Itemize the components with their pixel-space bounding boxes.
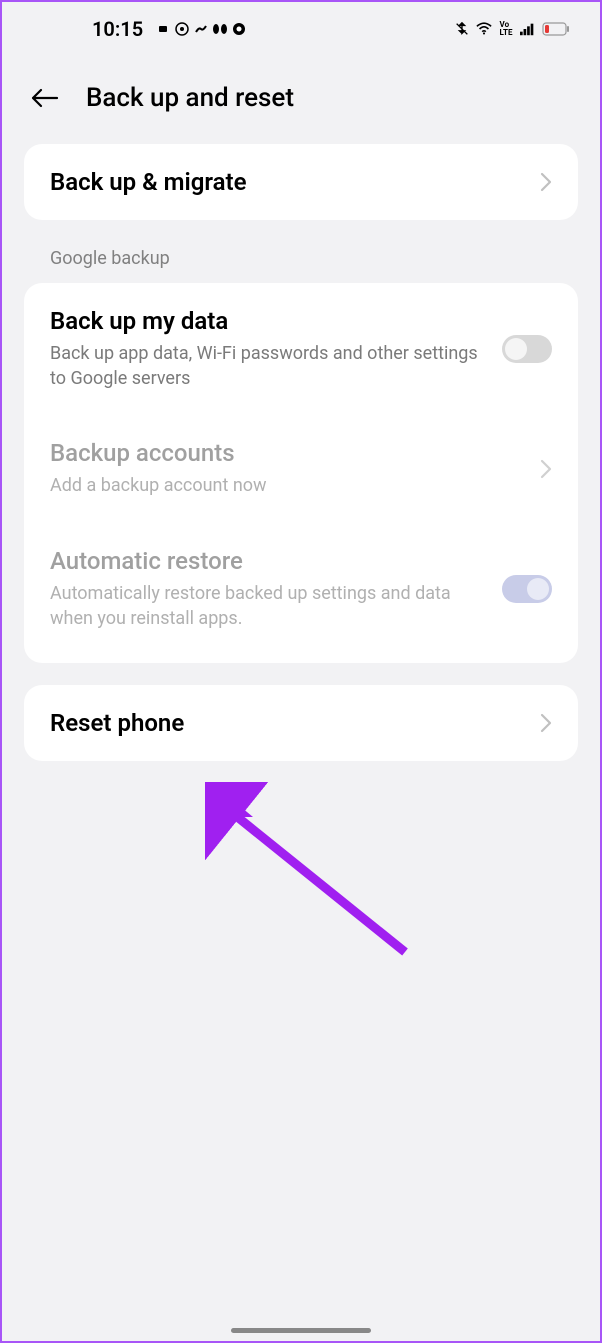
backup-my-data-subtitle: Back up app data, Wi-Fi passwords and ot…: [50, 341, 490, 391]
back-button[interactable]: [28, 82, 60, 114]
app-icon-1: [174, 21, 190, 37]
charging-icon: [155, 21, 171, 37]
status-bar: 10:15 VoLTE: [2, 2, 600, 52]
page-title: Back up and reset: [86, 83, 294, 113]
automatic-restore-content: Automatic restore Automatically restore …: [50, 547, 502, 631]
status-time: 10:15: [92, 17, 143, 41]
reset-phone-title: Reset phone: [50, 709, 528, 737]
google-backup-card: Back up my data Back up app data, Wi-Fi …: [24, 283, 578, 663]
backup-migrate-content: Back up & migrate: [50, 168, 540, 196]
toggle-knob: [527, 578, 549, 600]
backup-my-data-content: Back up my data Back up app data, Wi-Fi …: [50, 307, 502, 391]
backup-my-data-item[interactable]: Back up my data Back up app data, Wi-Fi …: [24, 283, 578, 415]
app-icon-4: [231, 21, 247, 37]
wifi-icon: [476, 21, 492, 37]
app-icon-3: [212, 21, 228, 37]
backup-my-data-toggle[interactable]: [502, 335, 552, 363]
backup-migrate-title: Back up & migrate: [50, 168, 528, 196]
chevron-right-icon: [540, 713, 552, 733]
toggle-knob: [505, 338, 527, 360]
mute-icon: [454, 21, 470, 37]
reset-phone-item[interactable]: Reset phone: [24, 685, 578, 761]
backup-my-data-title: Back up my data: [50, 307, 490, 335]
annotation-arrow: [205, 782, 425, 972]
automatic-restore-toggle: [502, 575, 552, 603]
automatic-restore-title: Automatic restore: [50, 547, 490, 575]
signal-icon: [520, 21, 536, 37]
battery-icon: [542, 21, 570, 37]
backup-migrate-card: Back up & migrate: [24, 144, 578, 220]
status-notification-icons: [155, 21, 247, 37]
spacer: [2, 663, 600, 685]
volte-icon: VoLTE: [498, 21, 514, 37]
home-indicator[interactable]: [231, 1328, 371, 1333]
back-arrow-icon: [29, 86, 59, 110]
status-bar-left: 10:15: [32, 17, 247, 41]
backup-migrate-item[interactable]: Back up & migrate: [24, 144, 578, 220]
status-bar-right: VoLTE: [454, 21, 570, 37]
backup-accounts-subtitle: Add a backup account now: [50, 473, 528, 498]
google-backup-section-label: Google backup: [2, 220, 600, 283]
automatic-restore-item: Automatic restore Automatically restore …: [24, 523, 578, 663]
chevron-right-icon: [540, 459, 552, 479]
reset-card: Reset phone: [24, 685, 578, 761]
automatic-restore-subtitle: Automatically restore backed up settings…: [50, 581, 490, 631]
backup-accounts-title: Backup accounts: [50, 439, 528, 467]
backup-accounts-item[interactable]: Backup accounts Add a backup account now: [24, 415, 578, 522]
backup-accounts-content: Backup accounts Add a backup account now: [50, 439, 540, 498]
app-icon-2: [193, 21, 209, 37]
page-header: Back up and reset: [2, 52, 600, 144]
chevron-right-icon: [540, 172, 552, 192]
reset-phone-content: Reset phone: [50, 709, 540, 737]
